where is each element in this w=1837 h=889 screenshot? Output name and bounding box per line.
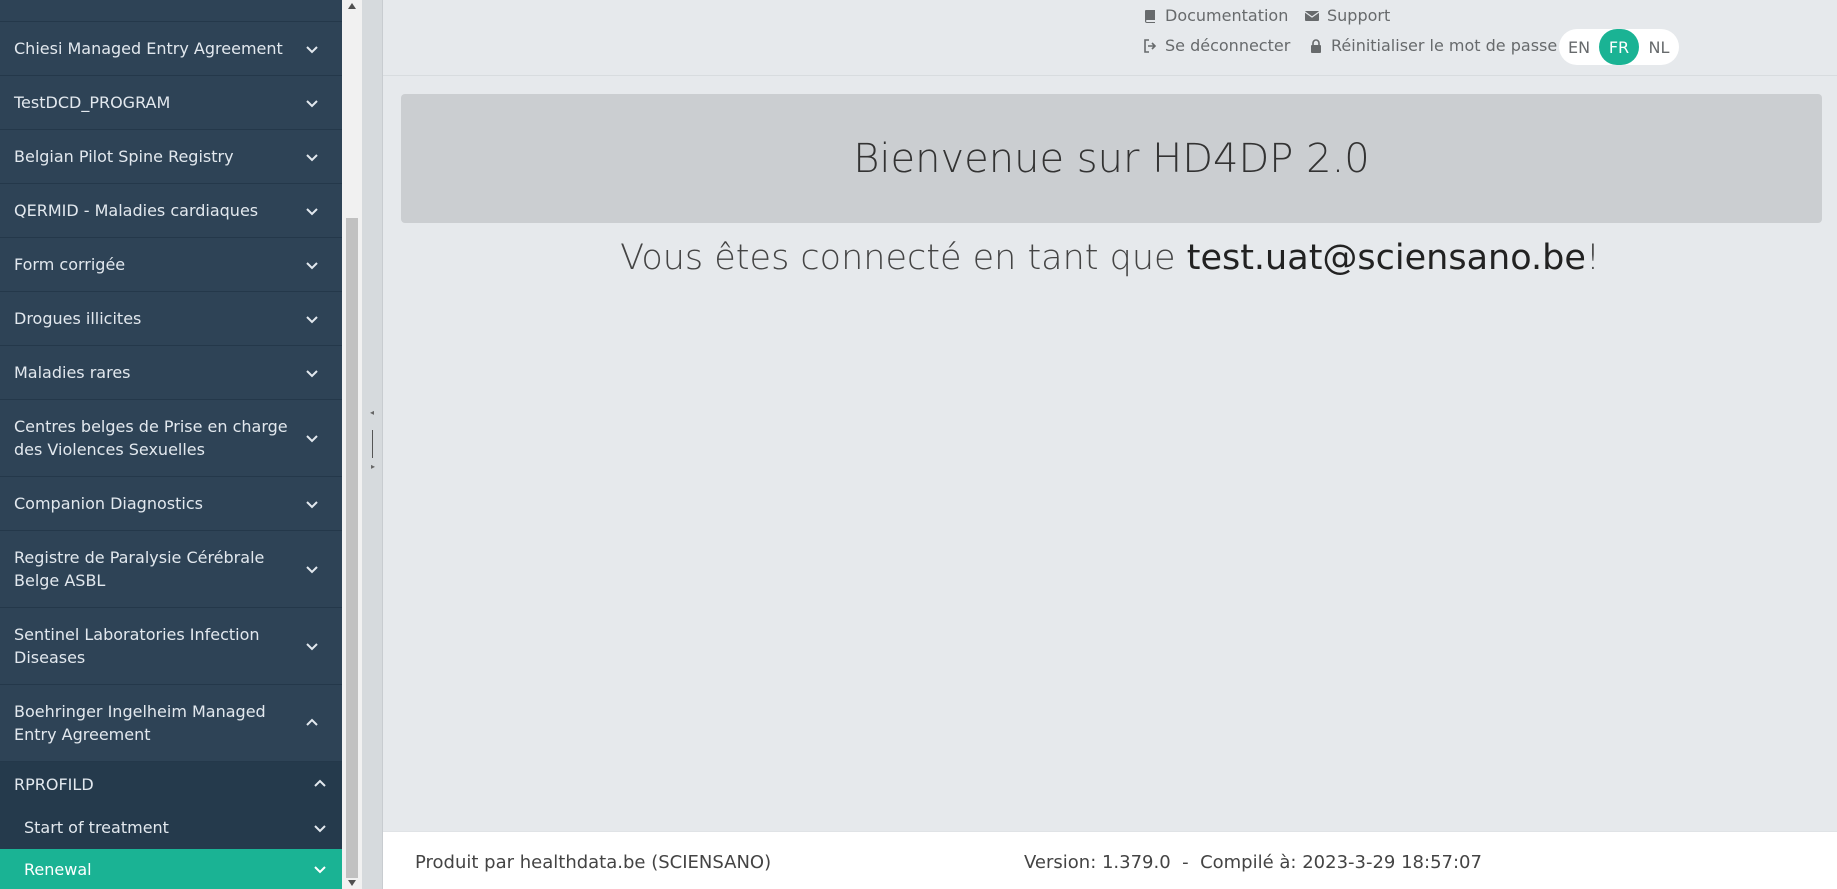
envelope-icon xyxy=(1305,10,1319,21)
logout-link[interactable]: Se déconnecter xyxy=(1143,36,1290,55)
chevron-down-icon xyxy=(304,149,320,165)
splitter-grip-icon[interactable] xyxy=(372,430,373,458)
footer-produced-by: Produit par healthdata.be (SCIENSANO) xyxy=(415,852,772,873)
chevron-up-icon xyxy=(304,715,320,731)
scrollbar-thumb[interactable] xyxy=(346,218,358,878)
sidebar-item-label: Registre de Paralysie Cérébrale Belge AS… xyxy=(14,548,265,590)
expand-right-icon[interactable]: ▸ xyxy=(371,462,375,471)
scroll-up-arrow-icon[interactable] xyxy=(342,0,362,12)
chevron-up-icon xyxy=(312,776,328,792)
welcome-panel: Bienvenue sur HD4DP 2.0 xyxy=(401,94,1822,223)
user-email: test.uat@sciensano.be xyxy=(1186,238,1586,278)
sidebar-subitem-renewal[interactable]: Renewal xyxy=(0,849,342,889)
sidebar-subitem-label: Renewal xyxy=(24,859,92,879)
chevron-down-icon xyxy=(304,365,320,381)
sidebar-scrollbar[interactable] xyxy=(342,0,362,889)
sidebar-item-label: Drogues illicites xyxy=(14,309,142,328)
sidebar-subitem-start-of-treatment[interactable]: Start of treatment xyxy=(0,806,342,849)
documentation-label: Documentation xyxy=(1165,6,1289,25)
sidebar-item-label: Sentinel Laboratories Infection Diseases xyxy=(14,625,260,667)
panel-splitter[interactable]: ◂ ▸ xyxy=(362,0,383,889)
sidebar-item-label: Belgian Pilot Spine Registry xyxy=(14,147,234,166)
lang-fr-button[interactable]: FR xyxy=(1599,29,1639,65)
book-icon xyxy=(1145,9,1155,23)
reset-password-link[interactable]: Réinitialiser le mot de passe xyxy=(1309,36,1557,55)
page-title: Bienvenue sur HD4DP 2.0 xyxy=(853,135,1370,182)
language-switcher: EN FR NL xyxy=(1559,29,1679,65)
sidebar-item-testdcd[interactable]: TestDCD_PROGRAM xyxy=(0,76,342,130)
sidebar-item-label: Companion Diagnostics xyxy=(14,494,203,513)
support-label: Support xyxy=(1327,6,1391,25)
lang-en-button[interactable]: EN xyxy=(1559,29,1599,65)
sidebar-item-qermid[interactable]: QERMID - Maladies cardiaques xyxy=(0,184,342,238)
lock-icon xyxy=(1311,38,1321,53)
top-bar: Documentation Support Se déconnecter Réi… xyxy=(383,0,1837,76)
chevron-down-icon xyxy=(304,638,320,654)
sidebar-item-label: QERMID - Maladies cardiaques xyxy=(14,201,259,220)
chevron-down-icon xyxy=(304,41,320,57)
footer-version: Version: 1.379.0 - Compilé à: 2023-3-29 … xyxy=(1024,852,1482,873)
logged-in-message: Vous êtes connecté en tant que test.uat@… xyxy=(383,238,1837,278)
sidebar-item-label: Form corrigée xyxy=(14,255,126,274)
reset-password-label: Réinitialiser le mot de passe xyxy=(1331,36,1558,55)
footer: Produit par healthdata.be (SCIENSANO) Ve… xyxy=(383,831,1837,889)
sidebar-item-belgian-spine[interactable]: Belgian Pilot Spine Registry xyxy=(0,130,342,184)
scroll-down-arrow-icon[interactable] xyxy=(342,877,362,889)
sidebar-item-paralysie[interactable]: Registre de Paralysie Cérébrale Belge AS… xyxy=(0,531,342,608)
chevron-down-icon xyxy=(312,820,328,836)
chevron-down-icon xyxy=(304,561,320,577)
sidebar-item-companion[interactable]: Companion Diagnostics xyxy=(0,477,342,531)
logged-in-prefix: Vous êtes connecté en tant que xyxy=(620,238,1187,278)
sidebar-item-label: Centres belges de Prise en charge des Vi… xyxy=(14,417,288,459)
collapse-left-icon[interactable]: ◂ xyxy=(370,408,374,417)
sidebar-item-label: Chiesi Managed Entry Agreement xyxy=(14,39,283,58)
sidebar-item-boehringer[interactable]: Boehringer Ingelheim Managed Entry Agree… xyxy=(0,685,342,762)
chevron-down-icon xyxy=(304,95,320,111)
chevron-down-icon xyxy=(304,257,320,273)
sidebar-item-chiesi[interactable]: Chiesi Managed Entry Agreement xyxy=(0,22,342,76)
main-content: Documentation Support Se déconnecter Réi… xyxy=(383,0,1837,889)
sidebar-item-form-corrigee[interactable]: Form corrigée xyxy=(0,238,342,292)
chevron-down-icon xyxy=(304,496,320,512)
chevron-down-icon xyxy=(312,861,328,877)
chevron-down-icon xyxy=(304,311,320,327)
sidebar-subitem-label: Start of treatment xyxy=(24,818,169,837)
chevron-down-icon xyxy=(304,430,320,446)
lang-nl-button[interactable]: NL xyxy=(1639,29,1679,65)
sidebar-item-centres-violences[interactable]: Centres belges de Prise en charge des Vi… xyxy=(0,400,342,477)
sidebar-item-label: TestDCD_PROGRAM xyxy=(14,93,171,112)
support-link[interactable]: Support xyxy=(1305,6,1390,25)
chevron-down-icon xyxy=(304,203,320,219)
sidebar-item-sentinel[interactable]: Sentinel Laboratories Infection Diseases xyxy=(0,608,342,685)
sidebar-item-label: Boehringer Ingelheim Managed Entry Agree… xyxy=(14,702,266,744)
sidebar-item-label: Maladies rares xyxy=(14,363,131,382)
sidebar-subitem-rprofild[interactable]: RPROFILD xyxy=(0,762,342,806)
documentation-link[interactable]: Documentation xyxy=(1143,6,1288,25)
sidebar-top-strip xyxy=(0,0,342,22)
logout-label: Se déconnecter xyxy=(1165,36,1291,55)
sidebar-item-maladies-rares[interactable]: Maladies rares xyxy=(0,346,342,400)
logged-in-suffix: ! xyxy=(1585,238,1600,278)
sign-out-icon xyxy=(1144,38,1157,53)
sidebar-item-drogues[interactable]: Drogues illicites xyxy=(0,292,342,346)
sidebar: Chiesi Managed Entry Agreement TestDCD_P… xyxy=(0,0,342,889)
sidebar-subitem-label: RPROFILD xyxy=(14,774,94,794)
